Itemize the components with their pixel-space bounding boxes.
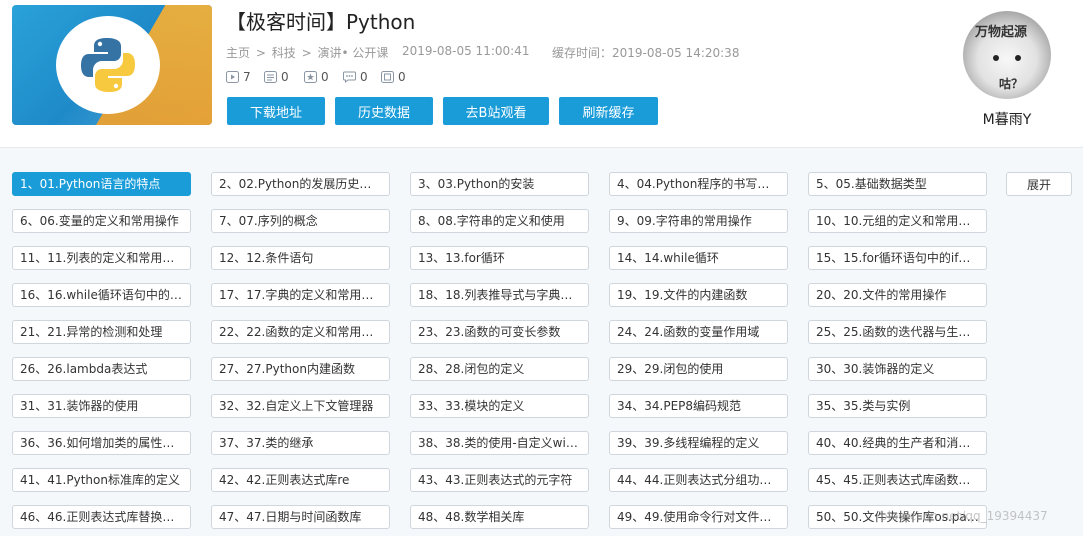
episode-item[interactable]: 7、07.序列的概念 [211,209,390,233]
danmaku-count-value: 0 [281,70,289,84]
favorite-count: 0 [304,70,329,84]
episode-item[interactable]: 36、36.如何增加类的属性和... [12,431,191,455]
episode-item[interactable]: 40、40.经典的生产者和消费... [808,431,987,455]
avatar-eye [1015,55,1021,61]
comment-count: 0 [343,70,368,84]
episode-item[interactable]: 1、01.Python语言的特点 [12,172,191,196]
watch-on-bilibili-button[interactable]: 去B站观看 [443,97,549,125]
episode-item[interactable]: 41、41.Python标准库的定义 [12,468,191,492]
episode-item[interactable]: 31、31.装饰器的使用 [12,394,191,418]
avatar[interactable]: 万物起源 咕？ [963,11,1051,99]
episode-item[interactable]: 11、11.列表的定义和常用操... [12,246,191,270]
play-icon [226,71,239,83]
episode-item[interactable]: 27、27.Python内建函数 [211,357,390,381]
episode-item[interactable]: 21、21.异常的检测和处理 [12,320,191,344]
episode-item[interactable]: 46、46.正则表达式库替换函... [12,505,191,529]
episode-item[interactable]: 15、15.for循环语句中的if嵌套 [808,246,987,270]
episode-item[interactable]: 20、20.文件的常用操作 [808,283,987,307]
episode-item[interactable]: 3、03.Python的安装 [410,172,589,196]
history-data-button[interactable]: 历史数据 [335,97,433,125]
episode-item[interactable]: 42、42.正则表达式库re [211,468,390,492]
python-logo-icon [56,16,160,114]
episode-item[interactable]: 37、37.类的继承 [211,431,390,455]
episode-item[interactable]: 9、09.字符串的常用操作 [609,209,788,233]
episode-item[interactable]: 5、05.基础数据类型 [808,172,987,196]
watermark: blog.csdn.net/qq_19394437 [880,509,1048,523]
episode-item[interactable]: 26、26.lambda表达式 [12,357,191,381]
avatar-bottom-text: 咕？ [999,77,1024,91]
episode-item[interactable]: 39、39.多线程编程的定义 [609,431,788,455]
refresh-cache-button[interactable]: 刷新缓存 [559,97,658,125]
episode-item[interactable]: 10、10.元组的定义和常用操... [808,209,987,233]
episode-item[interactable]: 12、12.条件语句 [211,246,390,270]
expand-button[interactable]: 展开 [1006,172,1072,196]
video-cover[interactable] [12,5,212,125]
episode-item[interactable]: 17、17.字典的定义和常用操... [211,283,390,307]
download-button[interactable]: 下载地址 [227,97,325,125]
episode-item[interactable]: 43、43.正则表达式的元字符 [410,468,589,492]
episode-item[interactable]: 14、14.while循环 [609,246,788,270]
play-count-value: 7 [243,70,251,84]
episode-item[interactable]: 44、44.正则表达式分组功能... [609,468,788,492]
episode-item[interactable]: 28、28.闭包的定义 [410,357,589,381]
episode-item[interactable]: 32、32.自定义上下文管理器 [211,394,390,418]
episode-item[interactable]: 18、18.列表推导式与字典推... [410,283,589,307]
episode-item[interactable]: 24、24.函数的变量作用域 [609,320,788,344]
episode-item[interactable]: 38、38.类的使用-自定义wit... [410,431,589,455]
favorite-count-value: 0 [321,70,329,84]
coin-count-value: 0 [398,70,406,84]
episode-item[interactable]: 6、06.变量的定义和常用操作 [12,209,191,233]
episode-item[interactable]: 49、49.使用命令行对文件和... [609,505,788,529]
comment-icon [343,71,356,83]
episode-item[interactable]: 16、16.while循环语句中的if... [12,283,191,307]
star-icon [304,71,317,83]
danmaku-count: 0 [264,70,289,84]
episode-item[interactable]: 13、13.for循环 [410,246,589,270]
coin-count: 0 [381,70,406,84]
breadcrumb-category[interactable]: 科技 [272,46,296,60]
coin-icon [381,71,394,83]
cache-time: 缓存时间：2019-08-05 14:20:38 [552,46,740,60]
episode-item[interactable]: 8、08.字符串的定义和使用 [410,209,589,233]
breadcrumb-subcategory[interactable]: 演讲• 公开课 [317,46,388,60]
publish-time: 2019-08-05 11:00:41 [402,44,530,58]
episode-item[interactable]: 48、48.数学相关库 [410,505,589,529]
avatar-top-text: 万物起源 [975,25,1028,40]
episode-item[interactable]: 35、35.类与实例 [808,394,987,418]
breadcrumb-separator: > [255,46,266,60]
danmaku-icon [264,71,277,83]
episode-item[interactable]: 29、29.闭包的使用 [609,357,788,381]
video-title: 【极客时间】Python [226,10,416,34]
episode-item[interactable]: 23、23.函数的可变长参数 [410,320,589,344]
episode-item[interactable]: 4、04.Python程序的书写规则 [609,172,788,196]
uploader-name[interactable]: M暮雨Y [958,109,1056,129]
video-header: 【极客时间】Python 主页 > 科技 > 演讲• 公开课 2019-08-0… [0,0,1083,145]
episode-item[interactable]: 47、47.日期与时间函数库 [211,505,390,529]
episode-item[interactable]: 25、25.函数的迭代器与生成... [808,320,987,344]
episode-item[interactable]: 22、22.函数的定义和常用操... [211,320,390,344]
episode-item[interactable]: 30、30.装饰器的定义 [808,357,987,381]
episode-item[interactable]: 2、02.Python的发展历史与... [211,172,390,196]
play-count: 7 [226,70,251,84]
comment-count-value: 0 [360,70,368,84]
video-meta: 主页 > 科技 > 演讲• 公开课 2019-08-05 11:00:41 缓存… [226,44,739,61]
breadcrumb-home[interactable]: 主页 [226,46,250,60]
episode-item[interactable]: 33、33.模块的定义 [410,394,589,418]
episode-item[interactable]: 19、19.文件的内建函数 [609,283,788,307]
avatar-eye [993,55,999,61]
episode-item[interactable]: 34、34.PEP8编码规范 [609,394,788,418]
episode-item[interactable]: 45、45.正则表达式库函数m... [808,468,987,492]
breadcrumb-separator: > [301,46,312,60]
